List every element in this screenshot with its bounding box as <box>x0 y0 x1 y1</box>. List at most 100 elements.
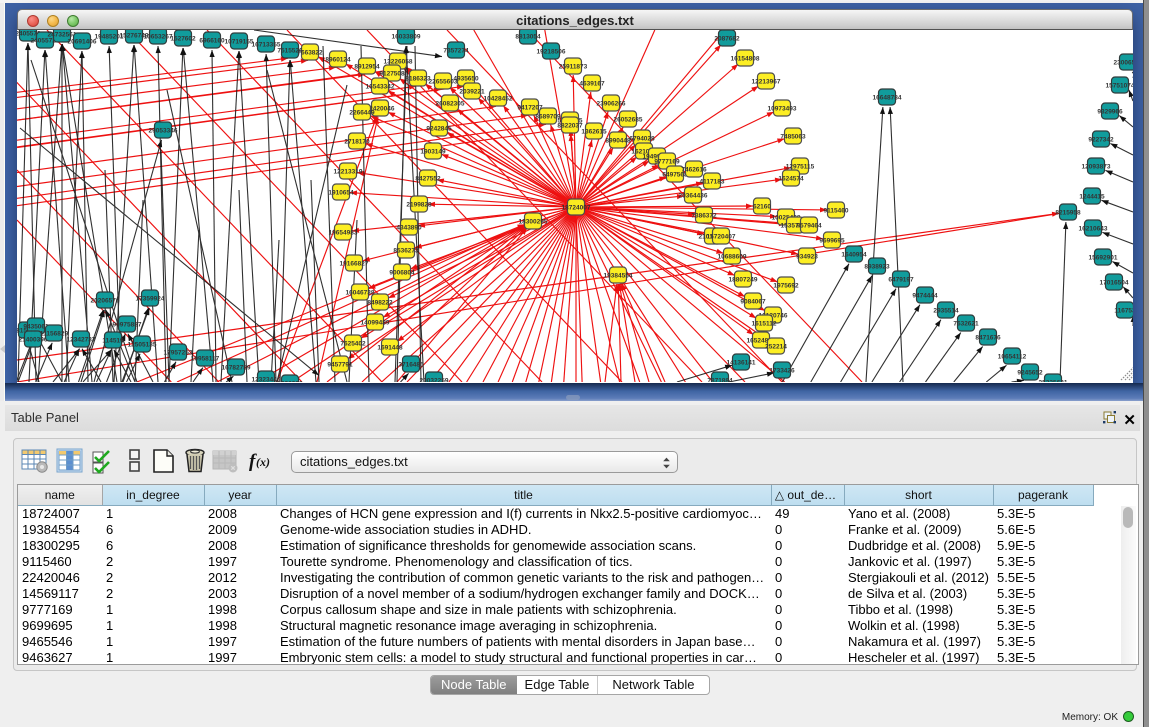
svg-text:90975887: 90975887 <box>113 322 142 329</box>
svg-text:8912954: 8912954 <box>354 64 380 71</box>
svg-text:12342737: 12342737 <box>67 337 96 344</box>
svg-text:2718170: 2718170 <box>344 139 370 146</box>
svg-text:8938923: 8938923 <box>864 264 890 271</box>
svg-text:1733426: 1733426 <box>769 368 795 375</box>
svg-text:4935650: 4935650 <box>453 76 479 83</box>
svg-text:19166827: 19166827 <box>340 261 369 268</box>
svg-text:18300295: 18300295 <box>519 219 548 226</box>
svg-text:1615112: 1615112 <box>752 321 777 328</box>
svg-text:19218506: 19218506 <box>537 49 566 56</box>
svg-text:16046738: 16046738 <box>346 290 375 297</box>
svg-text:1910654: 1910654 <box>328 190 354 197</box>
svg-text:8822037: 8822037 <box>557 123 583 130</box>
svg-text:(x): (x) <box>256 455 270 469</box>
svg-text:10653267: 10653267 <box>144 34 173 41</box>
svg-text:12213319: 12213319 <box>334 169 363 176</box>
svg-text:12505135: 12505135 <box>128 342 157 349</box>
svg-text:17957253: 17957253 <box>164 350 193 357</box>
svg-text:7357274: 7357274 <box>443 48 469 55</box>
svg-text:7485063: 7485063 <box>780 134 806 141</box>
svg-text:3716485: 3716485 <box>398 362 424 369</box>
svg-text:8498222: 8498222 <box>367 300 393 307</box>
svg-text:934923: 934923 <box>796 254 818 261</box>
svg-text:26052685: 26052685 <box>614 117 643 124</box>
svg-text:2266449: 2266449 <box>349 110 375 117</box>
svg-text:1691448: 1691448 <box>377 345 403 352</box>
svg-text:4343890: 4343890 <box>396 225 422 232</box>
svg-text:14136141: 14136141 <box>727 360 756 367</box>
svg-text:18807249: 18807249 <box>729 277 758 284</box>
svg-text:10973493: 10973493 <box>768 106 797 113</box>
svg-text:19384554: 19384554 <box>604 273 633 280</box>
svg-text:20206576: 20206576 <box>91 298 120 305</box>
svg-text:16154808: 16154808 <box>731 56 760 63</box>
svg-text:2087682: 2087682 <box>714 36 740 43</box>
svg-text:8536273: 8536273 <box>393 248 419 255</box>
svg-text:24732561: 24732561 <box>48 32 77 39</box>
svg-text:18724007: 18724007 <box>562 205 591 212</box>
svg-text:9245652: 9245652 <box>1017 370 1043 377</box>
svg-text:12093873: 12093873 <box>1082 164 1111 171</box>
svg-text:9127508: 9127508 <box>379 71 405 78</box>
svg-text:16210643: 16210643 <box>1079 226 1108 233</box>
svg-text:17016504: 17016504 <box>1100 280 1129 287</box>
svg-text:10654112: 10654112 <box>998 354 1027 361</box>
svg-text:6479197: 6479197 <box>888 277 914 284</box>
svg-text:19654983: 19654983 <box>329 230 358 237</box>
svg-text:14099489: 14099489 <box>361 320 390 327</box>
svg-text:9777169: 9777169 <box>654 159 680 166</box>
svg-text:7515526: 7515526 <box>277 48 303 55</box>
svg-text:25911873: 25911873 <box>559 64 588 71</box>
svg-text:23906266: 23906266 <box>597 101 626 108</box>
svg-text:11156829: 11156829 <box>40 331 69 338</box>
svg-text:15720407: 15720407 <box>707 234 736 241</box>
svg-text:12213967: 12213967 <box>752 79 781 86</box>
svg-text:2199828: 2199828 <box>406 202 432 209</box>
svg-text:1624574: 1624574 <box>778 176 804 183</box>
svg-text:25225631: 25225631 <box>1039 380 1068 383</box>
svg-text:2090399: 2090399 <box>277 381 303 383</box>
svg-text:4639167: 4639167 <box>579 81 605 88</box>
svg-text:1975692: 1975692 <box>773 283 799 290</box>
svg-text:2039221: 2039221 <box>459 89 485 96</box>
svg-text:29053346: 29053346 <box>149 128 178 135</box>
svg-text:7871884: 7871884 <box>707 378 733 383</box>
svg-text:21400396: 21400396 <box>19 337 48 344</box>
svg-text:1903149: 1903149 <box>420 149 446 156</box>
svg-text:10719155: 10719155 <box>225 39 254 46</box>
svg-text:26082305: 26082305 <box>436 101 465 108</box>
svg-text:8960124: 8960124 <box>325 57 351 64</box>
svg-text:114519: 114519 <box>102 338 124 345</box>
svg-text:9474444: 9474444 <box>912 293 938 300</box>
svg-text:16033809: 16033809 <box>392 34 421 41</box>
svg-text:23006503: 23006503 <box>1114 60 1133 67</box>
svg-text:9579464: 9579464 <box>796 223 822 230</box>
svg-text:9227342: 9227342 <box>1088 137 1114 144</box>
svg-text:1527602: 1527602 <box>170 36 196 43</box>
svg-text:7625402: 7625402 <box>340 341 366 348</box>
svg-text:8990448: 8990448 <box>605 138 631 145</box>
svg-text:20364436: 20364436 <box>679 193 708 200</box>
svg-text:9699695: 9699695 <box>819 238 845 245</box>
svg-text:8215958: 8215958 <box>1055 210 1081 217</box>
svg-text:15692901: 15692901 <box>1089 255 1118 262</box>
svg-text:16782759: 16782759 <box>222 365 251 372</box>
svg-text:2935514: 2935514 <box>933 308 959 315</box>
svg-text:6794028: 6794028 <box>629 136 655 143</box>
svg-text:20032259: 20032259 <box>420 378 449 383</box>
svg-text:10958117: 10958117 <box>191 356 220 363</box>
svg-text:10428452: 10428452 <box>484 96 513 103</box>
svg-text:8471676: 8471676 <box>975 335 1001 342</box>
svg-text:20691406: 20691406 <box>68 39 97 46</box>
svg-text:8813054: 8813054 <box>515 34 541 41</box>
svg-text:7632621: 7632621 <box>953 321 979 328</box>
svg-text:1640954: 1640954 <box>841 252 867 259</box>
svg-text:9115460: 9115460 <box>824 208 849 215</box>
svg-text:9457791: 9457791 <box>327 362 353 369</box>
svg-text:10688609: 10688609 <box>718 254 747 261</box>
svg-text:8186323: 8186323 <box>405 76 431 83</box>
svg-text:62160: 62160 <box>753 204 771 211</box>
svg-text:16648784: 16648784 <box>873 95 902 102</box>
svg-text:17359924: 17359924 <box>136 296 165 303</box>
svg-text:16543342: 16543342 <box>366 84 395 91</box>
